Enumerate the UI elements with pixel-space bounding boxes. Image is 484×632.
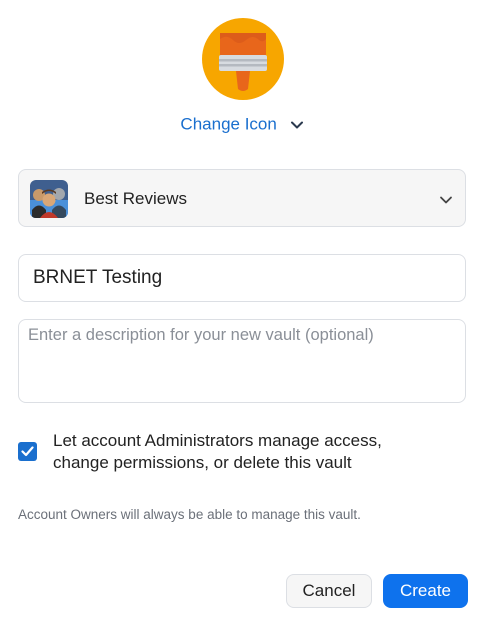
chevron-down-icon bbox=[290, 115, 304, 135]
change-icon-link[interactable]: Change Icon bbox=[0, 114, 484, 135]
checkmark-icon bbox=[21, 446, 34, 457]
vault-name-input[interactable] bbox=[18, 254, 466, 302]
team-avatar-icon bbox=[30, 180, 68, 218]
account-name: Best Reviews bbox=[84, 189, 187, 208]
account-selector[interactable]: Best Reviews bbox=[18, 169, 466, 227]
create-button[interactable]: Create bbox=[383, 574, 468, 608]
paintbrush-icon bbox=[202, 18, 284, 100]
admin-permission-label-line1: Let account Administrators manage access… bbox=[53, 431, 382, 450]
admin-permission-label-line2: change permissions, or delete this vault bbox=[53, 453, 352, 472]
vault-description-input[interactable] bbox=[18, 319, 466, 403]
chevron-down-icon bbox=[439, 192, 453, 210]
admin-permission-checkbox[interactable] bbox=[18, 442, 37, 461]
owner-note: Account Owners will always be able to ma… bbox=[18, 507, 361, 522]
create-vault-dialog: Change Icon Best Reviews BRNET Testing E… bbox=[0, 0, 484, 632]
change-icon-label: Change Icon bbox=[180, 114, 277, 134]
cancel-button[interactable]: Cancel bbox=[286, 574, 372, 608]
admin-permission-label[interactable]: Let account Administrators manage access… bbox=[53, 430, 453, 474]
